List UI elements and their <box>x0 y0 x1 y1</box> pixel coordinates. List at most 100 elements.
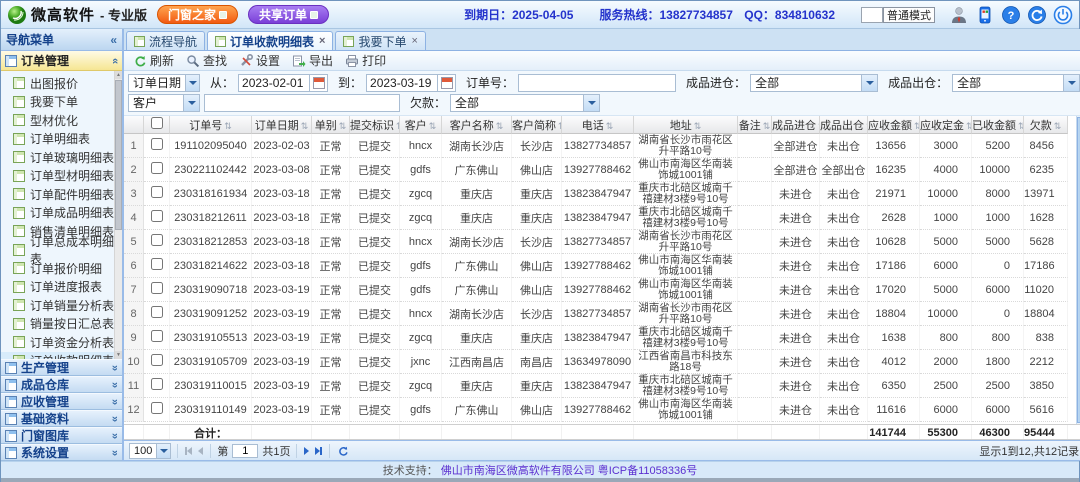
settings-button[interactable]: 设置 <box>234 51 285 70</box>
column-header[interactable]: 备注⇅ <box>738 116 772 134</box>
table-row[interactable]: 2 230221102442 2023-03-08 正常 已提交 gdfs 广东… <box>124 158 1068 182</box>
find-button[interactable]: 查找 <box>181 51 232 70</box>
help-icon[interactable]: ? <box>1001 5 1021 25</box>
row-checkbox[interactable] <box>151 330 163 342</box>
column-header[interactable]: 订单号⇅ <box>170 116 252 134</box>
tab-order-receipts[interactable]: 订单收款明细表 × <box>207 31 333 50</box>
row-checkbox[interactable] <box>151 354 163 366</box>
sidebar-section[interactable]: 成品仓库 « <box>1 376 122 393</box>
chevron-down-icon[interactable] <box>156 444 170 458</box>
sidebar-section[interactable]: 系统设置 « <box>1 444 122 461</box>
chevron-down-icon[interactable] <box>183 95 199 111</box>
page-size-select[interactable]: 100 <box>129 443 171 459</box>
sidebar-item[interactable]: 订单进度报表 <box>1 278 122 297</box>
print-button[interactable]: 打印 <box>340 51 391 70</box>
table-row[interactable]: 3 230318161934 2023-03-18 正常 已提交 zgcq 重庆… <box>124 182 1068 206</box>
order-no-input[interactable] <box>518 74 676 92</box>
column-header[interactable]: 客户简称⇅ <box>512 116 562 134</box>
table-row[interactable]: 12 230319110149 2023-03-19 正常 已提交 gdfs 广… <box>124 398 1068 422</box>
table-row[interactable]: 11 230319110015 2023-03-19 正常 已提交 zgcq 重… <box>124 374 1068 398</box>
sort-icon[interactable]: ⇅ <box>763 121 771 131</box>
share-orders-button[interactable]: 共享订单 <box>248 5 329 24</box>
door-window-home-button[interactable]: 门窗之家 <box>157 5 238 24</box>
chevron-down-icon[interactable]: « <box>109 415 121 421</box>
row-checkbox[interactable] <box>151 162 163 174</box>
user-avatar-icon[interactable] <box>949 5 969 25</box>
sidebar-item[interactable]: 订单成品明细表 <box>1 204 122 223</box>
debt-select[interactable]: 全部 <box>450 94 600 112</box>
first-page-button[interactable] <box>184 447 193 455</box>
row-checkbox[interactable] <box>151 306 163 318</box>
mode-toggle-button[interactable]: 普通模式 <box>883 7 935 23</box>
sidebar-item[interactable]: 订单销量分析表 <box>1 296 122 315</box>
column-header[interactable]: 欠款⇅ <box>1024 116 1068 134</box>
column-header[interactable]: 成品进仓⇅ <box>772 116 820 134</box>
sidebar-item[interactable]: 订单玻璃明细表 <box>1 148 122 167</box>
column-header[interactable]: 单别⇅ <box>312 116 350 134</box>
column-header[interactable]: 应收金额⇅ <box>868 116 920 134</box>
row-checkbox[interactable] <box>151 402 163 414</box>
reload-page-button[interactable] <box>336 445 350 457</box>
row-checkbox[interactable] <box>151 378 163 390</box>
next-page-button[interactable] <box>303 447 310 455</box>
sort-icon[interactable]: ⇅ <box>339 121 347 131</box>
sidebar-item[interactable]: 我要下单 <box>1 93 122 112</box>
table-row[interactable]: 10 230319105709 2023-03-19 正常 已提交 jxnc 江… <box>124 350 1068 374</box>
last-page-button[interactable] <box>314 447 323 455</box>
table-row[interactable]: 4 230318212611 2023-03-18 正常 已提交 zgcq 重庆… <box>124 206 1068 230</box>
column-header[interactable]: 电话⇅ <box>562 116 634 134</box>
chevron-down-icon[interactable]: « <box>109 432 121 438</box>
chevron-down-icon[interactable]: « <box>109 364 121 370</box>
table-row[interactable]: 7 230319090718 2023-03-19 正常 已提交 gdfs 广东… <box>124 278 1068 302</box>
close-icon[interactable]: × <box>411 36 417 47</box>
column-header[interactable]: 应收定金⇅ <box>920 116 972 134</box>
sidebar-section-order-management[interactable]: 订单管理 « <box>1 51 122 71</box>
scroll-down-icon[interactable]: ▼ <box>115 351 122 359</box>
scrollbar-thumb[interactable] <box>115 80 122 230</box>
sidebar-item[interactable]: 订单收款明细表 <box>1 352 122 360</box>
scroll-up-icon[interactable]: ▲ <box>115 71 122 79</box>
sidebar-collapse-icon[interactable]: « <box>110 33 117 47</box>
table-row[interactable]: 6 230318214622 2023-03-18 正常 已提交 gdfs 广东… <box>124 254 1068 278</box>
tab-process-nav[interactable]: 流程导航 <box>126 31 205 50</box>
sort-icon[interactable]: ⇅ <box>301 121 309 131</box>
sort-icon[interactable]: ⇅ <box>496 121 504 131</box>
chevron-down-icon[interactable] <box>185 75 199 91</box>
calendar-icon[interactable] <box>310 74 328 92</box>
sidebar-section[interactable]: 门窗图库 « <box>1 427 122 444</box>
sort-icon[interactable]: ⇅ <box>606 121 614 131</box>
sidebar-item[interactable]: 销量按日汇总表 <box>1 315 122 334</box>
sidebar-section[interactable]: 生产管理 « <box>1 359 122 376</box>
row-checkbox[interactable] <box>151 138 163 150</box>
date-type-select[interactable]: 订单日期 <box>128 74 200 92</box>
sort-icon[interactable]: ⇅ <box>429 121 437 131</box>
column-header[interactable]: 客户名称⇅ <box>442 116 512 134</box>
select-all-checkbox[interactable] <box>151 117 163 129</box>
refresh-session-icon[interactable] <box>1027 5 1047 25</box>
column-header[interactable]: 成品出仓⇅ <box>820 116 868 134</box>
chevron-up-icon[interactable]: « <box>109 57 121 63</box>
sidebar-item[interactable]: 出图报价 <box>1 74 122 93</box>
mobile-app-icon[interactable] <box>975 5 995 25</box>
sidebar-section[interactable]: 应收管理 « <box>1 393 122 410</box>
column-header[interactable]: 客户⇅ <box>400 116 442 134</box>
tab-place-order[interactable]: 我要下单 × <box>335 31 425 50</box>
out-warehouse-select[interactable]: 全部 <box>952 74 1080 92</box>
customer-type-select[interactable]: 客户 <box>128 94 200 112</box>
sidebar-item[interactable]: 订单总成本明细表 <box>1 241 122 260</box>
calendar-icon[interactable] <box>438 74 456 92</box>
refresh-button[interactable]: 刷新 <box>128 51 179 70</box>
date-to-input[interactable] <box>366 74 438 92</box>
export-button[interactable]: 导出 <box>287 51 338 70</box>
column-header[interactable]: 地址⇅ <box>634 116 738 134</box>
row-checkbox[interactable] <box>151 234 163 246</box>
chevron-down-icon[interactable]: « <box>109 449 121 455</box>
column-header[interactable]: 已收金额⇅ <box>972 116 1024 134</box>
row-checkbox[interactable] <box>151 210 163 222</box>
row-checkbox[interactable] <box>151 186 163 198</box>
customer-input[interactable] <box>204 94 400 112</box>
chevron-down-icon[interactable]: « <box>109 381 121 387</box>
column-header[interactable]: 提交标识⇅ <box>350 116 400 134</box>
power-logout-icon[interactable] <box>1053 5 1073 25</box>
row-checkbox[interactable] <box>151 282 163 294</box>
